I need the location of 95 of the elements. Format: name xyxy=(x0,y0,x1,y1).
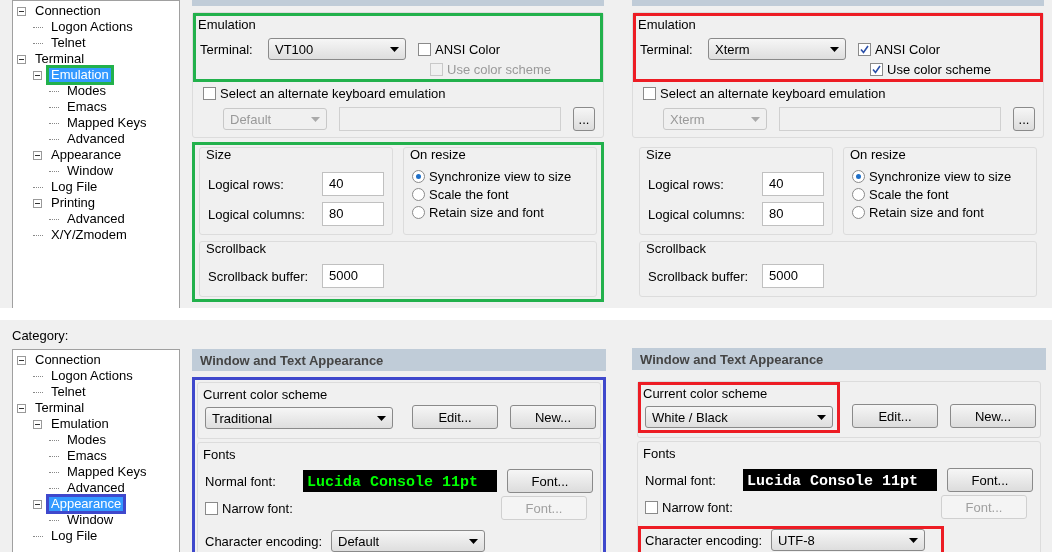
radio-label: Synchronize view to size xyxy=(869,169,1012,184)
font-button[interactable]: Font... xyxy=(947,468,1033,492)
caret-icon xyxy=(390,46,399,52)
radio-button[interactable] xyxy=(412,206,425,219)
radio-label: Scale the font xyxy=(429,187,509,202)
input-field[interactable]: 40 xyxy=(322,172,384,196)
field-label: Logical columns: xyxy=(208,206,306,222)
collapse-icon[interactable] xyxy=(17,6,26,16)
new-button[interactable]: New... xyxy=(950,404,1036,428)
radio-label: Synchronize view to size xyxy=(429,169,572,184)
font-button[interactable]: Font... xyxy=(507,469,593,493)
caret-icon xyxy=(469,538,478,544)
caret-icon xyxy=(377,415,386,421)
radio-button[interactable] xyxy=(852,206,865,219)
radio-label: Retain size and font xyxy=(869,205,984,220)
caret-icon xyxy=(909,537,918,543)
radio-label: Scale the font xyxy=(869,187,949,202)
radio-button[interactable] xyxy=(852,170,865,183)
group-title: Emulation xyxy=(638,17,697,32)
checkbox[interactable] xyxy=(205,501,218,515)
collapse-icon[interactable] xyxy=(17,355,26,365)
dropdown[interactable]: Traditional xyxy=(205,407,393,429)
checkbox[interactable] xyxy=(418,42,431,56)
radio-button[interactable] xyxy=(852,188,865,201)
input-field[interactable]: 40 xyxy=(762,172,824,196)
section-header: Window and Text Appearance xyxy=(632,348,1046,370)
input-field[interactable] xyxy=(339,107,561,131)
collapse-icon[interactable] xyxy=(17,54,26,64)
group-title: Current color scheme xyxy=(203,387,329,402)
checkbox-label: Select an alternate keyboard emulation xyxy=(660,86,886,101)
field-label: Logical columns: xyxy=(648,206,746,222)
edit-button[interactable]: Edit... xyxy=(412,405,498,429)
group-title: On resize xyxy=(850,147,907,162)
checkbox[interactable] xyxy=(203,87,216,100)
collapse-icon[interactable] xyxy=(33,419,42,429)
new-button[interactable]: New... xyxy=(510,405,596,429)
group-title: Scrollback xyxy=(206,241,267,256)
field-label: Terminal: xyxy=(200,41,254,57)
collapse-icon[interactable] xyxy=(33,499,42,509)
checkbox-label: Use color scheme xyxy=(887,62,992,77)
field-label: Terminal: xyxy=(640,41,694,57)
group-title: Size xyxy=(206,147,233,162)
caret-icon xyxy=(830,46,839,52)
dropdown[interactable]: Default xyxy=(331,530,485,552)
input-field[interactable]: 80 xyxy=(322,202,384,226)
collapse-icon[interactable] xyxy=(33,150,42,160)
field-label: Scrollback buffer: xyxy=(648,268,750,284)
checkbox[interactable] xyxy=(858,42,871,56)
group-title: Emulation xyxy=(198,17,257,32)
field-label: Character encoding: xyxy=(645,532,764,548)
input-field[interactable]: 5000 xyxy=(322,264,384,288)
collapse-icon[interactable] xyxy=(17,403,26,413)
collapse-icon[interactable] xyxy=(33,198,42,208)
group-title: Fonts xyxy=(643,446,677,461)
group-title: Size xyxy=(646,147,673,162)
checkbox-label: Select an alternate keyboard emulation xyxy=(220,86,446,101)
checkbox-label: Narrow font: xyxy=(222,500,293,516)
section-header: Window and Text Appearance xyxy=(192,349,606,371)
caret-icon xyxy=(817,414,826,420)
caret-icon xyxy=(311,116,320,122)
dropdown[interactable]: White / Black xyxy=(645,406,833,428)
browse-button[interactable]: ... xyxy=(573,107,595,131)
input-field[interactable]: 80 xyxy=(762,202,824,226)
checkbox-label: Narrow font: xyxy=(662,499,733,515)
checkbox[interactable] xyxy=(645,500,658,514)
field-label: Normal font: xyxy=(205,473,277,489)
field-label: Character encoding: xyxy=(205,533,324,549)
input-field[interactable]: 5000 xyxy=(762,264,824,288)
checkbox-label: ANSI Color xyxy=(875,41,941,57)
field-label: Logical rows: xyxy=(208,176,285,192)
field-label: Normal font: xyxy=(645,472,717,488)
radio-button[interactable] xyxy=(412,188,425,201)
dropdown[interactable]: VT100 xyxy=(268,38,406,60)
checkbox[interactable] xyxy=(870,63,883,76)
group-title: Fonts xyxy=(203,447,237,462)
group-title: On resize xyxy=(410,147,467,162)
checkbox[interactable] xyxy=(643,87,656,100)
radio-button[interactable] xyxy=(412,170,425,183)
caret-icon xyxy=(751,116,760,122)
group-title: Scrollback xyxy=(646,241,707,256)
checkbox-label: Use color scheme xyxy=(447,62,552,77)
category-label: Category: xyxy=(12,328,70,343)
dropdown[interactable]: Xterm xyxy=(708,38,846,60)
checkbox-label: ANSI Color xyxy=(435,41,501,57)
radio-label: Retain size and font xyxy=(429,205,544,220)
browse-button[interactable]: ... xyxy=(1013,107,1035,131)
field-label: Scrollback buffer: xyxy=(208,268,310,284)
edit-button[interactable]: Edit... xyxy=(852,404,938,428)
group-title: Current color scheme xyxy=(643,386,769,401)
dropdown[interactable]: UTF-8 xyxy=(771,529,925,551)
collapse-icon[interactable] xyxy=(33,70,42,80)
field-label: Logical rows: xyxy=(648,176,725,192)
preview-text: Lucida Console 11pt xyxy=(307,474,479,490)
input-field[interactable] xyxy=(779,107,1001,131)
preview-text: Lucida Console 11pt xyxy=(747,473,919,489)
